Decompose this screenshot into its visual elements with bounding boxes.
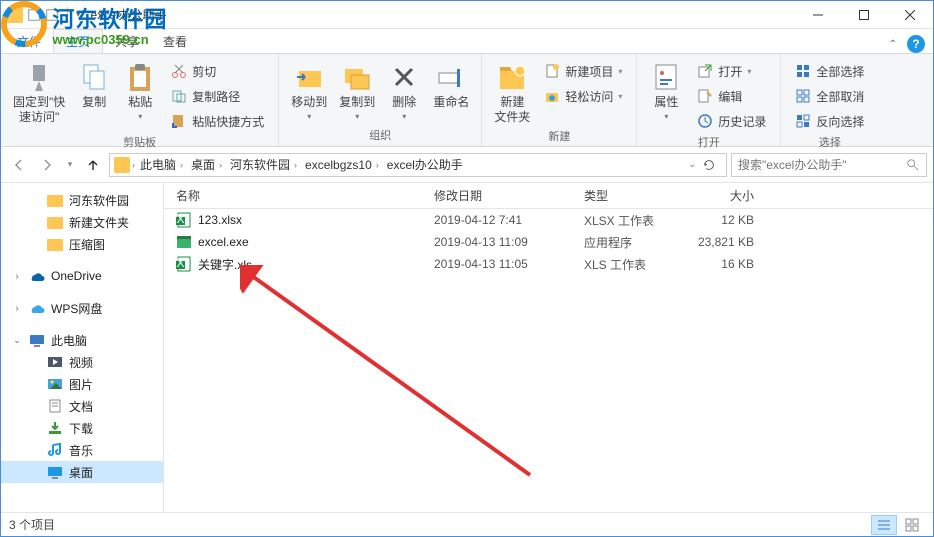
tree-item[interactable]: 河东软件园 — [1, 189, 163, 211]
breadcrumb-segment[interactable]: excelbgzs10› — [302, 158, 382, 172]
minimize-button[interactable] — [795, 1, 841, 29]
title-bar: ▾ excel办公助手 — [1, 1, 933, 29]
refresh-icon[interactable] — [702, 158, 716, 172]
easy-access-button[interactable]: 轻松访问 ▾ — [540, 85, 626, 107]
group-label-new: 新建 — [482, 128, 636, 147]
search-box[interactable] — [731, 153, 927, 177]
tree-item[interactable]: 桌面 — [1, 461, 163, 483]
ribbon: 固定到"快 速访问" 复制 粘贴▾ 剪切 复制路径 粘贴快捷方式 剪贴板 移动到… — [1, 53, 933, 147]
svg-text:X: X — [176, 212, 184, 226]
nav-up-button[interactable] — [81, 153, 105, 177]
copy-path-button[interactable]: 复制路径 — [167, 85, 268, 107]
edit-button[interactable]: 编辑 — [693, 85, 770, 107]
tab-view[interactable]: 查看 — [151, 29, 199, 53]
cut-button[interactable]: 剪切 — [167, 60, 268, 82]
rename-button[interactable]: 重命名 — [427, 58, 475, 113]
address-bar-row: ▾ › 此电脑› 桌面› 河东软件园› excelbgzs10› excel办公… — [1, 147, 933, 183]
breadcrumb-segment[interactable]: 河东软件园› — [227, 156, 300, 173]
invert-selection-button[interactable]: 反向选择 — [791, 110, 868, 132]
file-row[interactable]: X关键字.xls2019-04-13 11:05XLS 工作表16 KB — [164, 253, 933, 275]
tree-item[interactable]: 文档 — [1, 395, 163, 417]
navigation-tree[interactable]: 河东软件园新建文件夹压缩图 ›OneDrive ›WPS网盘 ⌄此电脑视频图片文档下载… — [1, 183, 164, 512]
select-none-button[interactable]: 全部取消 — [791, 85, 868, 107]
close-button[interactable] — [887, 1, 933, 29]
open-button[interactable]: 打开 ▾ — [693, 60, 770, 82]
breadcrumb-segment[interactable]: 此电脑› — [137, 156, 186, 173]
breadcrumb-segment[interactable]: excel办公助手 — [384, 156, 466, 173]
folder-icon — [114, 157, 130, 173]
breadcrumb-bar[interactable]: › 此电脑› 桌面› 河东软件园› excelbgzs10› excel办公助手… — [109, 153, 727, 177]
copy-to-button[interactable]: 复制到▾ — [333, 58, 381, 125]
group-label-organize: 组织 — [279, 127, 481, 146]
tab-home[interactable]: 主页 — [53, 29, 103, 53]
file-row[interactable]: X123.xlsx2019-04-12 7:41XLSX 工作表12 KB — [164, 209, 933, 231]
breadcrumb-segment[interactable]: 桌面› — [188, 156, 225, 173]
tab-file[interactable]: 文件 — [5, 29, 53, 53]
move-to-button[interactable]: 移动到▾ — [285, 58, 333, 125]
delete-button[interactable]: 删除▾ — [381, 58, 427, 125]
tree-item[interactable]: 新建文件夹 — [1, 211, 163, 233]
tree-item[interactable]: 音乐 — [1, 439, 163, 461]
tree-item[interactable]: 下载 — [1, 417, 163, 439]
window-title: excel办公助手 — [81, 6, 795, 23]
svg-text:X: X — [176, 256, 184, 270]
view-details-button[interactable] — [871, 515, 897, 535]
new-folder-button[interactable]: 新建 文件夹 — [488, 58, 536, 128]
col-name[interactable]: 名称 — [164, 187, 422, 204]
pin-quick-access-button[interactable]: 固定到"快 速访问" — [7, 58, 71, 128]
select-all-button[interactable]: 全部选择 — [791, 60, 868, 82]
annotation-arrow — [240, 265, 540, 485]
app-icon — [7, 7, 23, 23]
col-type[interactable]: 类型 — [572, 187, 680, 204]
search-icon — [906, 158, 920, 172]
group-label-select: 选择 — [781, 134, 878, 153]
tree-item[interactable]: 图片 — [1, 373, 163, 395]
history-button[interactable]: 历史记录 — [693, 110, 770, 132]
nav-back-button[interactable] — [7, 153, 31, 177]
properties-button[interactable]: 属性▾ — [643, 58, 689, 125]
paste-button[interactable]: 粘贴▾ — [117, 58, 163, 125]
tree-item[interactable]: 视频 — [1, 351, 163, 373]
tree-item[interactable]: ⌄此电脑 — [1, 329, 163, 351]
group-label-open: 打开 — [637, 134, 780, 153]
column-headers: 名称 修改日期 类型 大小 — [164, 183, 933, 209]
qat-item-icon[interactable] — [27, 8, 41, 22]
tree-item[interactable]: ›OneDrive — [1, 265, 163, 287]
group-label-clipboard: 剪贴板 — [1, 134, 278, 153]
status-bar: 3 个项目 — [1, 512, 933, 536]
search-input[interactable] — [738, 158, 900, 172]
file-row[interactable]: excel.exe2019-04-13 11:09应用程序23,821 KB — [164, 231, 933, 253]
view-icons-button[interactable] — [899, 515, 925, 535]
help-button[interactable]: ? — [907, 35, 925, 53]
maximize-button[interactable] — [841, 1, 887, 29]
tree-item[interactable]: ›WPS网盘 — [1, 297, 163, 319]
tab-share[interactable]: 共享 — [103, 29, 151, 53]
file-list: 名称 修改日期 类型 大小 X123.xlsx2019-04-12 7:41XL… — [164, 183, 933, 512]
qat-item-icon[interactable] — [45, 8, 59, 22]
col-date[interactable]: 修改日期 — [422, 187, 572, 204]
paste-shortcut-button[interactable]: 粘贴快捷方式 — [167, 110, 268, 132]
nav-forward-button[interactable] — [35, 153, 59, 177]
status-text: 3 个项目 — [9, 516, 55, 533]
ribbon-tabs: 文件 主页 共享 查看 ⌃ ? — [1, 29, 933, 53]
col-size[interactable]: 大小 — [680, 187, 776, 204]
nav-recent-dropdown[interactable]: ▾ — [63, 153, 77, 177]
ribbon-collapse-icon[interactable]: ⌃ — [889, 39, 897, 50]
tree-item[interactable]: 压缩图 — [1, 233, 163, 255]
copy-button[interactable]: 复制 — [71, 58, 117, 113]
breadcrumb-dropdown-icon[interactable]: ⌄ — [688, 159, 696, 170]
new-item-button[interactable]: 新建项目 ▾ — [540, 60, 626, 82]
